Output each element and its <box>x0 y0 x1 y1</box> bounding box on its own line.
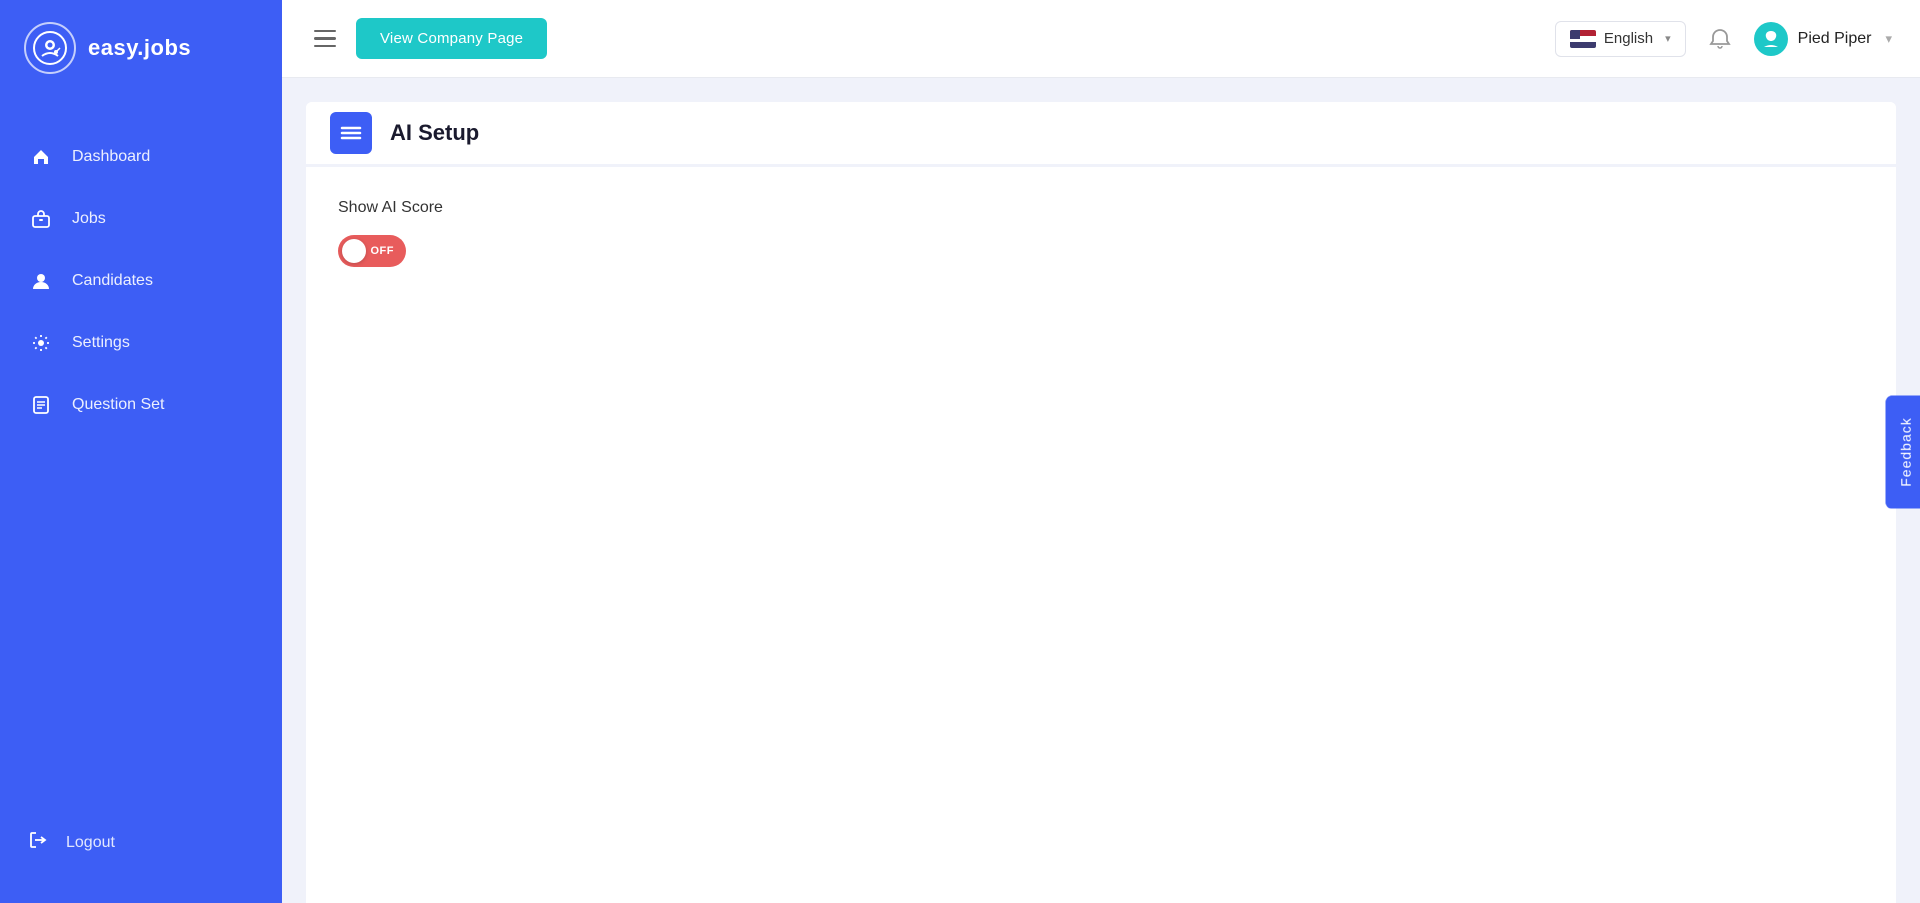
logo-icon <box>24 22 76 74</box>
sidebar-item-jobs[interactable]: Jobs <box>0 188 282 250</box>
sidebar-item-question-set-label: Question Set <box>72 396 165 414</box>
main-area: View Company Page English ▾ Pied Piper ▾ <box>282 0 1920 903</box>
content-area: AI Setup Show AI Score OFF Version: 2.4.… <box>282 78 1920 903</box>
ai-score-toggle[interactable]: OFF <box>338 235 406 267</box>
sidebar-item-dashboard[interactable]: Dashboard <box>0 126 282 188</box>
toggle-label: OFF <box>371 245 395 257</box>
question-set-icon <box>28 392 54 418</box>
flag-icon <box>1570 30 1596 48</box>
company-name: Pied Piper <box>1798 30 1872 48</box>
sidebar-item-settings[interactable]: Settings <box>0 312 282 374</box>
ai-setup-header-bar: AI Setup <box>306 102 1896 166</box>
company-selector[interactable]: Pied Piper ▾ <box>1754 22 1892 56</box>
settings-icon <box>28 330 54 356</box>
sidebar-item-candidates-label: Candidates <box>72 272 153 290</box>
feedback-tab[interactable]: Feedback <box>1885 395 1920 508</box>
page-title: AI Setup <box>390 120 479 146</box>
show-ai-score-label: Show AI Score <box>338 199 1864 217</box>
language-label: English <box>1604 30 1653 47</box>
sidebar-item-dashboard-label: Dashboard <box>72 148 150 166</box>
toggle-wrapper: OFF <box>338 235 1864 267</box>
logout-label: Logout <box>66 834 115 852</box>
language-selector[interactable]: English ▾ <box>1555 21 1686 57</box>
sidebar: easy.jobs Dashboard Jobs <box>0 0 282 903</box>
notifications-button[interactable] <box>1702 21 1738 57</box>
sidebar-bottom: Logout <box>0 792 282 903</box>
sidebar-item-settings-label: Settings <box>72 334 130 352</box>
sidebar-item-question-set[interactable]: Question Set <box>0 374 282 436</box>
view-company-button[interactable]: View Company Page <box>356 18 547 59</box>
company-avatar <box>1754 22 1788 56</box>
chevron-down-icon: ▾ <box>1665 32 1671 45</box>
hamburger-button[interactable] <box>310 26 340 52</box>
sidebar-item-candidates[interactable]: Candidates <box>0 250 282 312</box>
ai-setup-icon <box>330 112 372 154</box>
page-header: AI Setup <box>306 102 1896 166</box>
card-body-empty <box>306 299 1896 903</box>
logo-area: easy.jobs <box>0 0 282 96</box>
home-icon <box>28 144 54 170</box>
ai-setup-card: Show AI Score OFF <box>306 166 1896 299</box>
logo-text: easy.jobs <box>88 35 191 61</box>
sidebar-nav: Dashboard Jobs Candidates <box>0 96 282 792</box>
candidates-icon <box>28 268 54 294</box>
company-chevron-icon: ▾ <box>1885 31 1892 47</box>
logout-button[interactable]: Logout <box>0 812 282 873</box>
sidebar-item-jobs-label: Jobs <box>72 210 106 228</box>
toggle-thumb <box>342 239 366 263</box>
jobs-icon <box>28 206 54 232</box>
header: View Company Page English ▾ Pied Piper ▾ <box>282 0 1920 78</box>
feedback-label: Feedback <box>1897 417 1913 486</box>
logout-icon <box>28 830 48 855</box>
